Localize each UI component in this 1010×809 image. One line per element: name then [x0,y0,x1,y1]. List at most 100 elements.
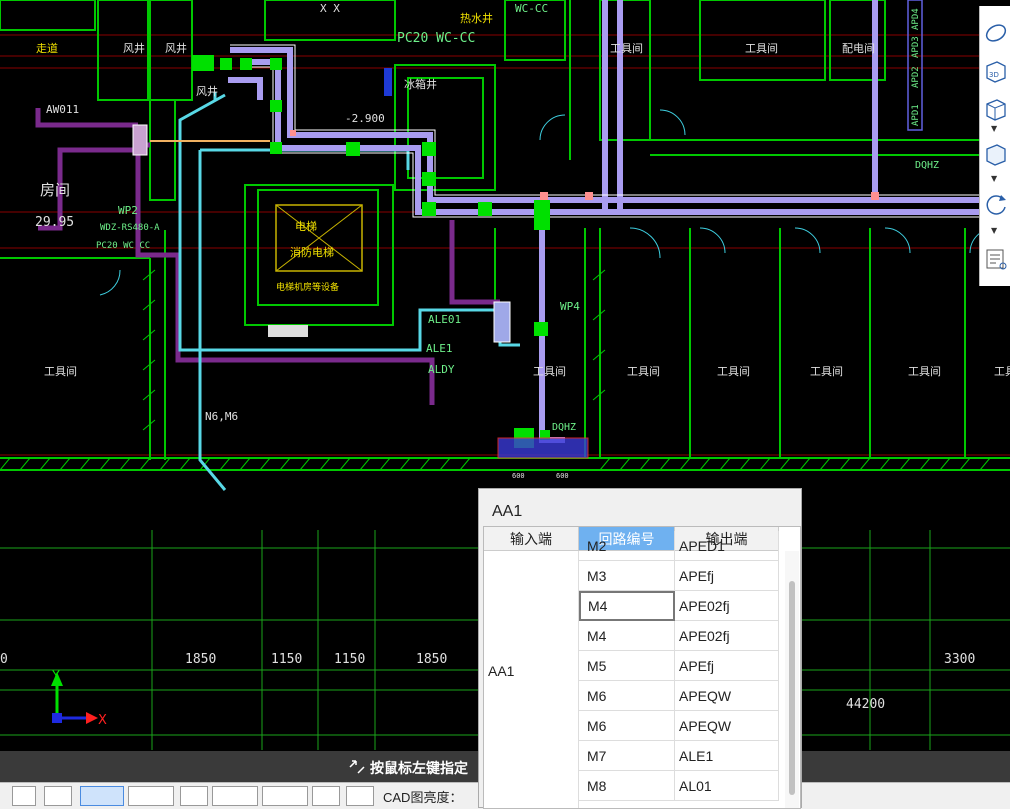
room-plumbing: 冰箱井 [404,77,437,91]
circuit-cell[interactable]: M6 [579,681,675,711]
room-label: 房间 [40,181,70,199]
corner-icon[interactable] [346,786,374,806]
label-dqhz-1: DQHZ [552,422,576,433]
room-tool-6: 工具间 [810,365,843,378]
table-row[interactable]: M2 APED1 [579,531,779,561]
header-input[interactable]: 输入端 [484,527,579,551]
grid-snap-icon[interactable] [12,786,36,806]
room-tool-7: 工具间 [908,365,941,378]
chevron-down-icon[interactable]: ▼ [991,174,997,183]
room-elevation: 29.95 [35,215,74,230]
room-elec: 配电间 [842,42,875,55]
ucs-y-label: Y [51,669,60,684]
cad-brightness-label: CAD图亮度： [383,790,463,805]
dim-600-2: 600 [556,472,569,480]
circuit-cell[interactable]: M2 [579,531,675,561]
list-settings-icon[interactable] [983,246,1009,272]
label-wp2: WP2 [118,204,138,217]
label-wp2-cable: WDZ-RS480-A [100,223,160,233]
circuit-table[interactable]: 输入端 回路编号 输出端 AA1 M2 APED1 M3 APEfj M4 APE02fj… [483,526,801,809]
cube-solid-icon[interactable] [983,141,1009,167]
input-cell[interactable]: AA1 [484,551,579,808]
room-top-right-2: 工具间 [745,42,778,55]
room-tool-4: 工具间 [627,365,660,378]
output-cell[interactable]: AL01 [675,771,779,801]
room-wind-well-2: 风井 [165,41,187,55]
room-tool-9: 工具 [994,365,1010,378]
elevator-label: 电梯 [295,220,317,233]
scrollbar-thumb[interactable] [789,581,795,795]
circuit-cell[interactable]: M6 [579,711,675,741]
table-row[interactable]: M3 APEfj [579,561,779,591]
svg-text:3D: 3D [989,71,999,79]
label-apd4: APD4 [911,8,921,30]
ortho-icon[interactable] [44,786,72,806]
table-row[interactable]: M4 APE02fj [579,591,779,621]
circuit-cell[interactable]: M5 [579,651,675,681]
table-row[interactable]: M5 APEfj [579,651,779,681]
label-ale1: ALE1 [426,342,453,355]
table-row[interactable]: M7 ALE1 [579,741,779,771]
dim-1150-b: 1150 [334,652,365,667]
panel-title: AA1 [492,503,523,520]
table-row[interactable]: M8 AL01 [579,771,779,801]
label-pc20-top: PC20 WC-CC [397,31,475,46]
label-aldy: ALDY [428,363,455,376]
ellipse-icon[interactable] [983,20,1009,46]
label-apd1: APD1 [911,104,921,126]
cube-view-icon[interactable] [983,96,1009,122]
output-cell[interactable]: APEQW [675,711,779,741]
room-misc: X X [320,2,340,15]
view-toolbar: 3D ▼ ▼ ▼ [979,6,1010,286]
ucs-x-label: X [98,713,107,728]
output-cell[interactable]: APE02fj [675,591,779,621]
output-cell[interactable]: ALE1 [675,741,779,771]
label-ale01: ALE01 [428,313,461,326]
layer-icon[interactable] [312,786,340,806]
room-fan: 风井 [196,84,218,98]
room-tool-left: 工具间 [44,365,77,378]
dim-1850-b: 1850 [416,652,447,667]
dim-total: 44200 [846,697,885,712]
room-tool-5: 工具间 [717,365,750,378]
circuit-cell[interactable]: M3 [579,561,675,591]
circuit-cell[interactable]: M7 [579,741,675,771]
cross-icon[interactable] [180,786,208,806]
3d-cube-icon[interactable] [128,786,174,806]
circuit-cell[interactable]: M4 [579,591,675,621]
label-wcc-top: WC-CC [515,2,548,15]
table-row[interactable]: M6 APEQW [579,711,779,741]
table-row[interactable]: M4 APE02fj [579,621,779,651]
label-dqhz-2: DQHZ [915,160,939,171]
table-scrollbar[interactable] [785,551,799,808]
room-hot-water: 热水井 [460,11,493,25]
output-cell[interactable]: APEQW [675,681,779,711]
room-corridor: 走道 [36,41,58,55]
room-top-right-1: 工具间 [610,42,643,55]
walls [0,0,1010,471]
circuit-panel[interactable]: AA1 输入端 回路编号 输出端 AA1 M2 APED1 M3 APEfj M4 APE… [478,488,802,809]
dim-600-1: 600 [512,472,525,480]
circuit-cell[interactable]: M4 [579,621,675,651]
label-apd3: APD3 [911,36,921,58]
minimize-arrows-icon [349,760,365,774]
add-point-icon[interactable] [262,786,308,806]
cable-trays [228,0,980,443]
label-n6m6: N6,M6 [205,410,238,423]
room-tool-3: 工具间 [533,365,566,378]
output-cell[interactable]: APEfj [675,651,779,681]
rotate-icon[interactable] [983,191,1009,217]
dim-3300: 3300 [944,652,975,667]
circuit-cell[interactable]: M8 [579,771,675,801]
input-value: AA1 [488,663,515,679]
3d-view-icon[interactable]: 3D [983,58,1009,84]
output-cell[interactable]: APE02fj [675,621,779,651]
line-draw-icon[interactable] [212,786,258,806]
label-wp4: WP4 [560,300,580,313]
chevron-down-icon[interactable]: ▼ [991,226,997,235]
table-row[interactable]: M6 APEQW [579,681,779,711]
output-cell[interactable]: APEfj [675,561,779,591]
select-box-icon[interactable] [80,786,124,806]
output-cell[interactable]: APED1 [675,531,779,561]
chevron-down-icon[interactable]: ▼ [991,124,997,133]
